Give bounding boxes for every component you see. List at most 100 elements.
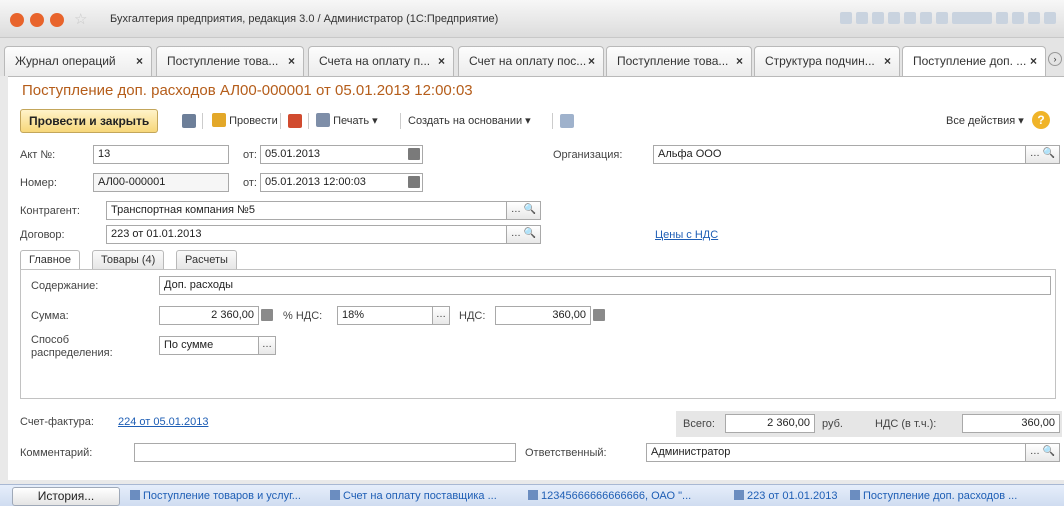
history-item[interactable]: Поступление доп. расходов ...	[850, 490, 1017, 502]
counterparty-label: Контрагент:	[20, 205, 80, 217]
tab-additional-expenses[interactable]: Поступление доп. ... ×	[902, 46, 1046, 77]
post-button[interactable]: Провести	[212, 112, 278, 130]
organization-select-button[interactable]: … 🔍	[1026, 145, 1060, 164]
tab-label: Журнал операций	[15, 54, 116, 68]
distribution-select-button[interactable]: …	[259, 336, 276, 355]
calculator-icon[interactable]	[593, 309, 605, 321]
act-number-label: Акт №:	[20, 149, 56, 161]
distribution-field[interactable]: По сумме	[159, 336, 259, 355]
currency-label: руб.	[822, 418, 843, 430]
print-button[interactable]: Печать ▾	[316, 112, 378, 130]
history-button[interactable]: История...	[12, 487, 120, 506]
save-icon[interactable]	[840, 12, 852, 24]
window-toolbar-icons	[840, 12, 1056, 24]
vat-field[interactable]: 360,00	[495, 306, 591, 325]
tab-label: Поступление това...	[167, 54, 279, 68]
vat-rate-select-button[interactable]: …	[433, 306, 450, 325]
calendar-icon[interactable]	[936, 12, 948, 24]
tab-structure[interactable]: Структура подчин... ×	[754, 46, 900, 76]
contract-select-button[interactable]: … 🔍	[507, 225, 541, 244]
close-icon[interactable]: ×	[438, 47, 445, 75]
tab-label: Поступление доп. ...	[913, 54, 1027, 68]
total-field: 2 360,00	[725, 414, 815, 433]
calendar-icon[interactable]	[408, 176, 420, 188]
info-icon	[850, 490, 860, 500]
calendar-icon[interactable]	[408, 148, 420, 160]
print-label: Печать ▾	[333, 115, 378, 127]
print-icon[interactable]	[856, 12, 868, 24]
close-icon[interactable]: ×	[588, 47, 595, 75]
tab-receipt-2[interactable]: Поступление това... ×	[606, 46, 752, 76]
history-item[interactable]: 12345666666666666, ОАО "...	[528, 490, 691, 502]
close-icon[interactable]: ×	[736, 47, 743, 75]
number-date-field[interactable]: 05.01.2013 12:00:03	[260, 173, 423, 192]
tab-invoice-supplier[interactable]: Счет на оплату пос... ×	[458, 46, 604, 76]
comment-field[interactable]	[134, 443, 516, 462]
tab-invoices[interactable]: Счета на оплату п... ×	[308, 46, 454, 76]
link-icon[interactable]	[904, 12, 916, 24]
vat-rate-field[interactable]: 18%	[337, 306, 433, 325]
window-icon[interactable]	[996, 12, 1008, 24]
dt-kt-icon[interactable]	[288, 114, 302, 128]
info-icon[interactable]	[1012, 12, 1024, 24]
toolbar-separator	[280, 113, 281, 129]
counterparty-select-button[interactable]: … 🔍	[507, 201, 541, 220]
post-and-close-button[interactable]: Провести и закрыть	[20, 109, 159, 133]
contract-label: Договор:	[20, 229, 65, 241]
act-number-field[interactable]: 13	[93, 145, 229, 164]
tab-goods[interactable]: Товары (4)	[92, 250, 165, 269]
responsible-select-button[interactable]: … 🔍	[1026, 443, 1060, 462]
preview-icon[interactable]	[872, 12, 884, 24]
act-date-field[interactable]: 05.01.2013	[260, 145, 423, 164]
save-icon[interactable]	[182, 114, 196, 128]
maximize-icon[interactable]	[1044, 12, 1056, 24]
memory-icon[interactable]	[952, 12, 992, 24]
tab-main[interactable]: Главное	[20, 250, 81, 270]
tab-label: Структура подчин...	[765, 54, 875, 68]
responsible-label: Ответственный:	[525, 447, 607, 459]
tabs-scroll-icon[interactable]: ›	[1048, 52, 1062, 66]
vat-label: НДС:	[459, 310, 486, 322]
history-item-label: 12345666666666666, ОАО "...	[541, 490, 692, 502]
invoice-link[interactable]: 224 от 05.01.2013	[118, 416, 208, 428]
main-tab-panel: Содержание: Доп. расходы Сумма: 2 360,00…	[20, 269, 1056, 399]
organization-field[interactable]: Альфа ООО	[653, 145, 1026, 164]
close-icon[interactable]: ×	[1030, 47, 1037, 75]
prices-with-vat-link[interactable]: Цены с НДС	[655, 229, 718, 241]
counterparty-field[interactable]: Транспортная компания №5	[106, 201, 507, 220]
vat-included-field: 360,00	[962, 414, 1060, 433]
tab-receipt-1[interactable]: Поступление това... ×	[156, 46, 304, 76]
close-icon[interactable]: ×	[288, 47, 295, 75]
tab-settlements[interactable]: Расчеты	[176, 250, 237, 269]
minimize-circle-icon[interactable]	[50, 13, 64, 27]
history-item-label: Поступление доп. расходов ...	[863, 490, 1018, 502]
contract-field[interactable]: 223 от 01.01.2013	[106, 225, 507, 244]
distribution-label: Способ распределения:	[31, 334, 113, 359]
close-icon[interactable]: ×	[884, 47, 891, 75]
open-windows-tabs: Журнал операций × Поступление това... × Сч…	[0, 38, 1064, 77]
tab-journal[interactable]: Журнал операций ×	[4, 46, 152, 76]
menu-circle-icon[interactable]	[30, 13, 44, 27]
create-based-on-button[interactable]: Создать на основании ▾	[408, 112, 531, 130]
calc-icon[interactable]	[920, 12, 932, 24]
sum-field[interactable]: 2 360,00	[159, 306, 259, 325]
all-actions-menu[interactable]: Все действия ▾	[946, 112, 1024, 130]
history-item[interactable]: Счет на оплату поставщика ...	[330, 490, 497, 502]
calculator-icon[interactable]	[261, 309, 273, 321]
history-item[interactable]: Поступление товаров и услуг...	[130, 490, 301, 502]
minimize-icon[interactable]	[1028, 12, 1040, 24]
info-icon	[528, 490, 538, 500]
toolbar-separator	[308, 113, 309, 129]
content-field[interactable]: Доп. расходы	[159, 276, 1051, 295]
close-icon[interactable]: ×	[136, 47, 143, 75]
app-logo-icon[interactable]	[10, 13, 24, 27]
number-field[interactable]: АЛ00-000001	[93, 173, 229, 192]
favorite-star-icon[interactable]: ☆	[74, 10, 87, 28]
history-item[interactable]: 223 от 01.01.2013	[734, 490, 837, 502]
responsible-field[interactable]: Администратор	[646, 443, 1026, 462]
page-title: Поступление доп. расходов АЛ00-000001 от…	[22, 82, 473, 99]
favorites-icon[interactable]	[888, 12, 900, 24]
help-icon[interactable]: ?	[1032, 111, 1050, 129]
document-icon[interactable]	[560, 114, 574, 128]
comment-label: Комментарий:	[20, 447, 93, 459]
